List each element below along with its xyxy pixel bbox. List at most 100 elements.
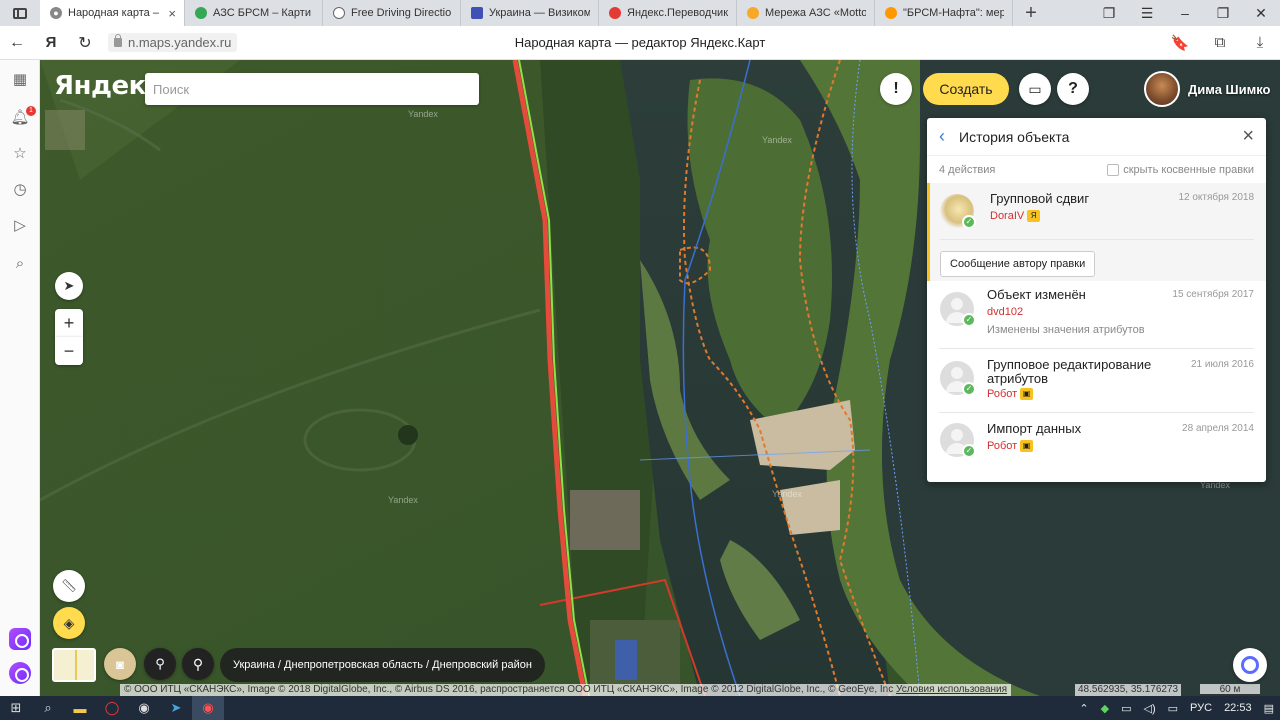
yandex-staff-badge: Я: [1027, 210, 1041, 222]
location-arrow-icon: ➤: [63, 278, 75, 293]
star-icon[interactable]: ☆: [10, 144, 30, 164]
feedback-button[interactable]: ▭: [1019, 73, 1051, 105]
alice-icon[interactable]: [9, 662, 31, 684]
message-author-button[interactable]: Сообщение автору правки: [940, 251, 1096, 277]
play-icon[interactable]: ▷: [10, 216, 30, 236]
entry-author[interactable]: dvd102: [987, 306, 1254, 318]
windows-start-icon[interactable]: ⊞: [0, 696, 32, 720]
map-watermark: Yandex: [762, 135, 792, 145]
tab-title: Мережа АЗС «Motto: [765, 7, 866, 19]
tray-app-icon[interactable]: ◆: [1095, 702, 1115, 715]
history-icon[interactable]: ◷: [10, 180, 30, 200]
file-explorer-icon[interactable]: ▬: [64, 696, 96, 720]
tab-brsm-nafta[interactable]: "БРСМ-Нафта": мере: [875, 0, 1013, 26]
tabs-menu-button[interactable]: [0, 0, 40, 26]
author-name: Робот: [987, 440, 1018, 452]
entry-author[interactable]: Робот ▣: [987, 440, 1254, 452]
author-name: DoraIV: [990, 210, 1025, 222]
restore-icon[interactable]: ❐: [1204, 5, 1242, 22]
bookmark-icon[interactable]: 🔖: [1160, 34, 1200, 52]
place-button[interactable]: ⚲: [182, 648, 214, 680]
reload-icon[interactable]: ↻: [68, 33, 102, 53]
entry-description: Изменены значения атрибутов: [987, 324, 1145, 336]
hide-indirect-toggle[interactable]: скрыть косвенные правки: [1107, 163, 1254, 176]
zoom-out-button[interactable]: −: [55, 337, 83, 365]
minimize-icon[interactable]: –: [1166, 5, 1204, 21]
entry-date: 21 июля 2016: [1190, 359, 1254, 370]
tab-azs-brsm-google[interactable]: АЗС БРСМ – Карти G: [185, 0, 323, 26]
new-tab-button[interactable]: +: [1013, 0, 1049, 26]
entry-title: Объект изменён: [987, 287, 1086, 302]
search-input[interactable]: [145, 73, 479, 105]
close-icon[interactable]: ×: [1242, 125, 1254, 148]
search-icon[interactable]: ⌕: [32, 696, 64, 720]
entry-author[interactable]: Робот ▣: [987, 388, 1254, 400]
tab-ukraine-vizicom[interactable]: Украина — Визиком: [461, 0, 599, 26]
volume-icon[interactable]: ◁): [1138, 702, 1162, 715]
download-icon[interactable]: ⤓: [1240, 34, 1280, 51]
tab-free-driving-directions[interactable]: Free Driving Directio: [323, 0, 461, 26]
history-entry-group-shift[interactable]: ✓ Групповой сдвиг 12 октября 2018 DoraIV…: [927, 183, 1266, 281]
entry-date: 15 сентября 2017: [1172, 289, 1254, 300]
panel-header: ‹ История объекта ×: [927, 118, 1266, 156]
window-close-icon[interactable]: ✕: [1242, 5, 1280, 22]
tab-narodnaya-karta[interactable]: ● Народная карта – ×: [40, 0, 185, 26]
history-entry-object-changed[interactable]: ✓ Объект изменён 15 сентября 2017 dvd102…: [927, 281, 1266, 349]
yandex-browser-icon[interactable]: Я: [34, 34, 68, 51]
tray-network-icon[interactable]: ▭: [1115, 702, 1137, 715]
entry-title: Импорт данных: [987, 421, 1082, 436]
create-button[interactable]: Создать: [923, 73, 1009, 105]
url-field[interactable]: n.maps.yandex.ru: [108, 33, 238, 52]
scale-bar: 60 м: [1200, 684, 1260, 696]
tray-expand-icon[interactable]: ⌃: [1073, 702, 1094, 715]
browser-menu-icon[interactable]: ☰: [1128, 5, 1166, 22]
tab-motto-network[interactable]: Мережа АЗС «Motto: [737, 0, 875, 26]
tab-close-icon[interactable]: ×: [168, 6, 176, 21]
alice-voice-button[interactable]: [1233, 648, 1267, 682]
notification-badge: 1: [26, 106, 36, 116]
brsm-icon: [885, 7, 897, 19]
panel-title: История объекта: [959, 128, 1070, 145]
map-type-preview[interactable]: [52, 648, 96, 682]
alice-messenger-icon[interactable]: [9, 628, 31, 650]
ruler-icon: 📏︎: [60, 578, 78, 593]
terms-link[interactable]: Условия использования: [896, 684, 1007, 695]
checkbox[interactable]: [1107, 163, 1120, 176]
search-page-icon[interactable]: ⌕: [10, 254, 30, 274]
back-chevron-icon[interactable]: ‹: [939, 126, 945, 147]
language-indicator[interactable]: РУС: [1184, 702, 1218, 714]
satellite-map[interactable]: Yandex Yandex Yandex Yandex Yandex Яндек…: [40, 60, 1280, 696]
battery-icon[interactable]: ▭: [1162, 702, 1184, 715]
entry-author[interactable]: DoraIV Я: [990, 210, 1254, 222]
tab-title: Народная карта –: [68, 7, 159, 19]
extensions-icon[interactable]: ⧉: [1200, 34, 1240, 51]
panorama-button[interactable]: ⚲: [144, 648, 176, 680]
author-name: Робот: [987, 388, 1018, 400]
pin-icon: ⚲: [192, 655, 204, 672]
user-menu[interactable]: Дима Шимко: [1144, 71, 1271, 107]
steam-icon[interactable]: ◉: [128, 696, 160, 720]
address-breadcrumb[interactable]: Украина / Днепропетровская область / Дне…: [220, 648, 545, 682]
alert-button[interactable]: !: [880, 73, 912, 105]
zoom-in-button[interactable]: +: [55, 309, 83, 337]
help-button[interactable]: ?: [1057, 73, 1089, 105]
entry-date: 28 апреля 2014: [1182, 423, 1254, 434]
ruler-button[interactable]: 📏︎: [53, 570, 85, 602]
layers-button[interactable]: ◈: [53, 607, 85, 639]
apps-grid-icon[interactable]: ▦: [10, 70, 30, 90]
bookmarks-manager-icon[interactable]: ❐: [1090, 5, 1128, 22]
history-entry-group-attr-edit[interactable]: ✓ Групповое редактирование атрибутов 21 …: [927, 349, 1266, 413]
clock[interactable]: 22:53: [1218, 702, 1258, 714]
yandex-browser-taskbar-icon[interactable]: ◉: [192, 696, 224, 720]
locate-button[interactable]: ➤: [55, 272, 83, 300]
back-icon[interactable]: ←: [0, 34, 34, 52]
coordinates-readout: 48.562935, 35.176273: [1075, 684, 1182, 696]
tab-title: Украина — Визиком: [489, 7, 590, 19]
action-center-icon[interactable]: ▤: [1258, 702, 1280, 715]
telegram-icon[interactable]: ➤: [160, 696, 192, 720]
author-name: dvd102: [987, 306, 1024, 318]
tab-yandex-translate[interactable]: Яндекс.Переводчик: [599, 0, 737, 26]
photo-button[interactable]: ◙: [104, 648, 136, 680]
opera-icon[interactable]: ◯: [96, 696, 128, 720]
history-entry-data-import[interactable]: ✓ Импорт данных 28 апреля 2014 Робот ▣: [927, 413, 1266, 469]
